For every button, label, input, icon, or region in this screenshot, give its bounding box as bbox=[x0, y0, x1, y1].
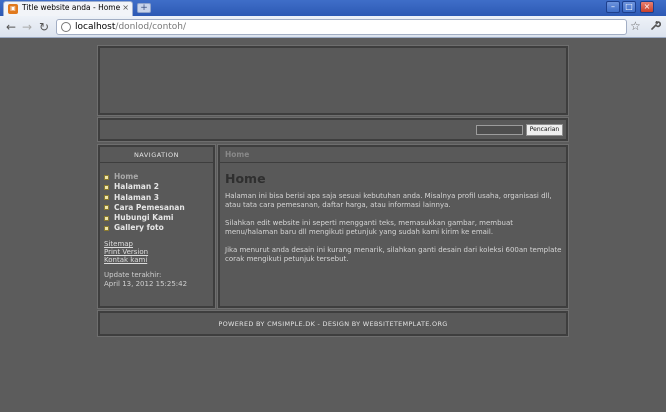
main-content: Home Home Halaman ini bisa berisi apa sa… bbox=[217, 144, 569, 309]
bullet-icon bbox=[104, 215, 109, 221]
nav-item-label: Home bbox=[114, 172, 139, 181]
bullet-icon bbox=[104, 205, 109, 211]
bullet-icon bbox=[104, 184, 109, 190]
print-version-link[interactable]: Print Version bbox=[104, 248, 148, 256]
bullet-icon bbox=[104, 225, 109, 231]
nav-item-gallery-foto[interactable]: Gallery foto bbox=[104, 223, 185, 233]
nav-item-home[interactable]: Home bbox=[104, 172, 185, 182]
close-window-button[interactable]: × bbox=[640, 1, 654, 13]
sitemap-link[interactable]: Sitemap bbox=[104, 240, 148, 248]
wrench-menu-icon[interactable] bbox=[650, 20, 662, 34]
nav-item-label: Cara Pemesanan bbox=[114, 202, 185, 212]
maximize-button[interactable]: □ bbox=[622, 1, 636, 13]
update-label: Update terakhir: bbox=[104, 271, 162, 279]
nav-item-halaman-3[interactable]: Halaman 3 bbox=[104, 193, 185, 203]
paragraph-design: Jika menurut anda desain ini kurang mena… bbox=[225, 246, 562, 263]
sidebar-title: NAVIGATION bbox=[100, 147, 213, 163]
browser-tab[interactable]: ▣ Title website anda - Home × bbox=[3, 1, 133, 16]
paragraph-intro: Halaman ini bisa berisi apa saja sesuai … bbox=[225, 192, 552, 209]
footer-text: POWERED BY CMSIMPLE.DK - DESIGN BY WEBSI… bbox=[218, 320, 448, 328]
page-globe-icon bbox=[61, 22, 71, 32]
search-button[interactable]: Pencarian bbox=[526, 124, 563, 136]
minimize-button[interactable]: – bbox=[606, 1, 620, 13]
sidebar-links: Sitemap Print Version Kontak kami bbox=[104, 240, 148, 264]
breadcrumb: Home bbox=[220, 147, 566, 163]
url-path: /donlod/contoh/ bbox=[115, 22, 187, 32]
forward-arrow-icon[interactable]: → bbox=[22, 20, 32, 34]
kontak-kami-link[interactable]: Kontak kami bbox=[104, 256, 148, 264]
url-host: localhost bbox=[75, 22, 116, 32]
search-input[interactable] bbox=[476, 125, 523, 135]
site-favicon-icon: ▣ bbox=[8, 4, 18, 14]
sidebar: NAVIGATION Home Halaman 2 Halaman 3 Cara… bbox=[97, 144, 216, 309]
nav-item-label: Hubungi Kami bbox=[114, 213, 174, 223]
tab-close-icon[interactable]: × bbox=[122, 3, 129, 12]
search-bar: Pencarian bbox=[97, 117, 569, 142]
site-header bbox=[97, 45, 569, 116]
bookmark-star-icon[interactable]: ☆ bbox=[630, 20, 641, 33]
back-arrow-icon[interactable]: ← bbox=[6, 20, 16, 34]
reload-icon[interactable]: ↻ bbox=[39, 20, 49, 34]
bullet-icon bbox=[104, 174, 109, 180]
browser-toolbar: ← → ↻ localhost/donlod/contoh/ ☆ bbox=[0, 16, 666, 38]
address-bar[interactable]: localhost/donlod/contoh/ bbox=[56, 19, 627, 35]
update-value: April 13, 2012 15:25:42 bbox=[104, 280, 188, 288]
paragraph-edit: Silahkan edit website ini seperti mengga… bbox=[225, 219, 514, 236]
bullet-icon bbox=[104, 195, 109, 201]
nav-item-label: Halaman 2 bbox=[114, 182, 160, 192]
nav-list: Home Halaman 2 Halaman 3 Cara Pemesanan … bbox=[104, 172, 185, 234]
site-footer: POWERED BY CMSIMPLE.DK - DESIGN BY WEBSI… bbox=[97, 310, 569, 337]
nav-item-cara-pemesanan[interactable]: Cara Pemesanan bbox=[104, 203, 185, 213]
nav-item-hubungi-kami[interactable]: Hubungi Kami bbox=[104, 213, 185, 223]
nav-item-label: Gallery foto bbox=[114, 223, 164, 233]
nav-item-halaman-2[interactable]: Halaman 2 bbox=[104, 182, 185, 192]
url-text[interactable]: localhost/donlod/contoh/ bbox=[75, 22, 186, 32]
last-update: Update terakhir: April 13, 2012 15:25:42 bbox=[104, 271, 187, 289]
nav-item-label: Halaman 3 bbox=[114, 192, 160, 202]
browser-titlebar: ▣ Title website anda - Home × + – □ × bbox=[0, 0, 666, 16]
new-tab-button[interactable]: + bbox=[137, 3, 151, 13]
tab-title: Title website anda - Home bbox=[22, 3, 121, 12]
page-title: Home bbox=[225, 171, 266, 186]
